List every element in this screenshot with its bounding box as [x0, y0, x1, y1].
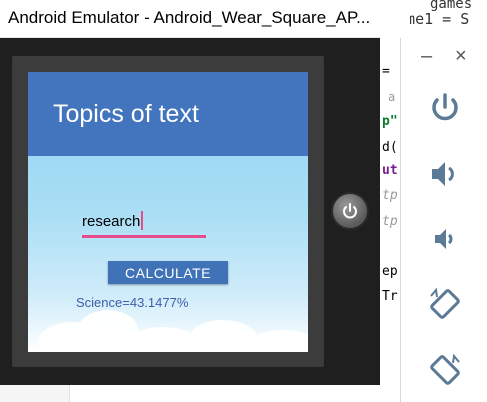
- rotate-left-icon: [430, 287, 460, 319]
- volume-down-button[interactable]: [427, 221, 463, 257]
- text-input[interactable]: research: [82, 206, 206, 238]
- code-line: tp: [382, 214, 398, 229]
- power-icon: [432, 93, 458, 121]
- code-line: =: [382, 64, 390, 79]
- code-line: ut: [382, 163, 398, 178]
- device-screen: Topics of text research CALCULATE Scienc…: [28, 72, 308, 352]
- code-line: Tr: [382, 289, 398, 304]
- volume-up-button[interactable]: [427, 156, 463, 192]
- text-caret: [141, 211, 144, 230]
- volume-down-icon: [435, 229, 453, 249]
- power-button[interactable]: [427, 90, 463, 126]
- emulator-title: Android Emulator - Android_Wear_Square_A…: [8, 8, 371, 27]
- code-line: ep: [382, 264, 398, 279]
- text-input-value: research: [82, 211, 144, 230]
- desktop: games game1 = S = a p" d( ut tp tp ep Tr…: [0, 0, 487, 402]
- rotate-left-button[interactable]: [427, 286, 463, 322]
- rotate-right-icon: [430, 353, 460, 385]
- minimize-button[interactable]: –: [421, 46, 432, 66]
- rotate-right-button[interactable]: [427, 352, 463, 388]
- device-power-button[interactable]: [331, 192, 369, 230]
- close-button[interactable]: ×: [455, 46, 467, 66]
- emulator-toolbar: – ×: [400, 38, 487, 402]
- emulator-window: Android Emulator - Android_Wear_Square_A…: [0, 0, 380, 385]
- app-title: Topics of text: [53, 100, 199, 128]
- code-line: a: [388, 90, 396, 104]
- code-line: p": [382, 114, 398, 129]
- code-line: tp: [382, 188, 398, 203]
- device-frame: Topics of text research CALCULATE Scienc…: [12, 56, 324, 367]
- volume-up-icon: [432, 162, 454, 186]
- result-text: Science=43.1477%: [76, 295, 189, 310]
- code-line: d(: [382, 140, 398, 155]
- calculate-button[interactable]: CALCULATE: [108, 261, 228, 284]
- app-bar: Topics of text: [28, 72, 308, 156]
- power-icon: [343, 203, 357, 219]
- emulator-title-bar[interactable]: Android Emulator - Android_Wear_Square_A…: [0, 0, 380, 38]
